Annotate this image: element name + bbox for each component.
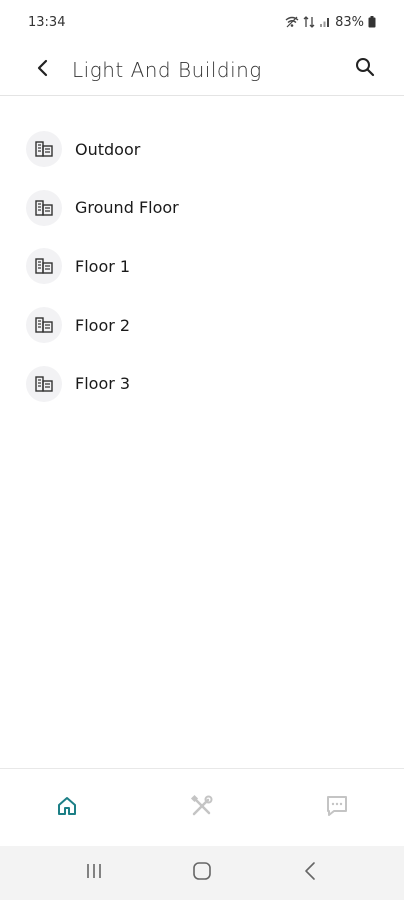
list-item-label: Floor 3 xyxy=(75,374,131,394)
building-icon xyxy=(26,189,62,226)
back-system-button[interactable] xyxy=(280,853,340,893)
battery-percent: 83% xyxy=(335,14,364,30)
back-chevron-icon xyxy=(303,861,317,885)
search-icon xyxy=(355,57,375,81)
bottom-nav xyxy=(0,768,404,847)
list-item-label: Floor 1 xyxy=(75,256,131,276)
list-item-floor-3[interactable]: Floor 3 xyxy=(0,354,404,413)
list-item-label: Floor 2 xyxy=(75,315,131,335)
data-icon xyxy=(303,16,315,28)
chevron-left-icon xyxy=(36,59,50,81)
list-item-label: Ground Floor xyxy=(75,198,179,218)
building-icon xyxy=(26,131,62,168)
list-item-outdoor[interactable]: Outdoor xyxy=(0,120,404,179)
recent-apps-icon xyxy=(84,862,104,884)
building-icon xyxy=(26,248,62,285)
list-item-floor-2[interactable]: Floor 2 xyxy=(0,296,404,355)
recent-apps-button[interactable] xyxy=(64,853,124,893)
nav-chat-button[interactable] xyxy=(307,783,367,833)
building-icon xyxy=(26,307,62,344)
status-bar: 13:34 83% xyxy=(0,0,404,44)
floor-list: Outdoor Ground Floor Floor 1 Floor 2 Flo… xyxy=(0,120,404,413)
chat-icon xyxy=(326,795,348,821)
search-button[interactable] xyxy=(352,56,378,82)
page-title: Light And Building xyxy=(72,58,262,82)
tools-icon xyxy=(190,794,214,822)
list-item-floor-1[interactable]: Floor 1 xyxy=(0,237,404,296)
status-time: 13:34 xyxy=(28,14,66,30)
nav-home-button[interactable] xyxy=(37,783,97,833)
app-bar: Light And Building xyxy=(0,44,404,96)
status-icons: 83% xyxy=(285,15,376,30)
signal-icon xyxy=(319,16,331,28)
wifi-off-icon xyxy=(285,16,299,28)
back-button[interactable] xyxy=(30,57,56,83)
nav-tools-button[interactable] xyxy=(172,783,232,833)
home-icon xyxy=(57,796,77,820)
battery-icon xyxy=(368,16,376,28)
list-item-ground-floor[interactable]: Ground Floor xyxy=(0,179,404,238)
home-square-icon xyxy=(192,861,212,885)
building-icon xyxy=(26,365,62,402)
system-nav-bar xyxy=(0,846,404,900)
home-system-button[interactable] xyxy=(172,853,232,893)
list-item-label: Outdoor xyxy=(75,139,141,159)
